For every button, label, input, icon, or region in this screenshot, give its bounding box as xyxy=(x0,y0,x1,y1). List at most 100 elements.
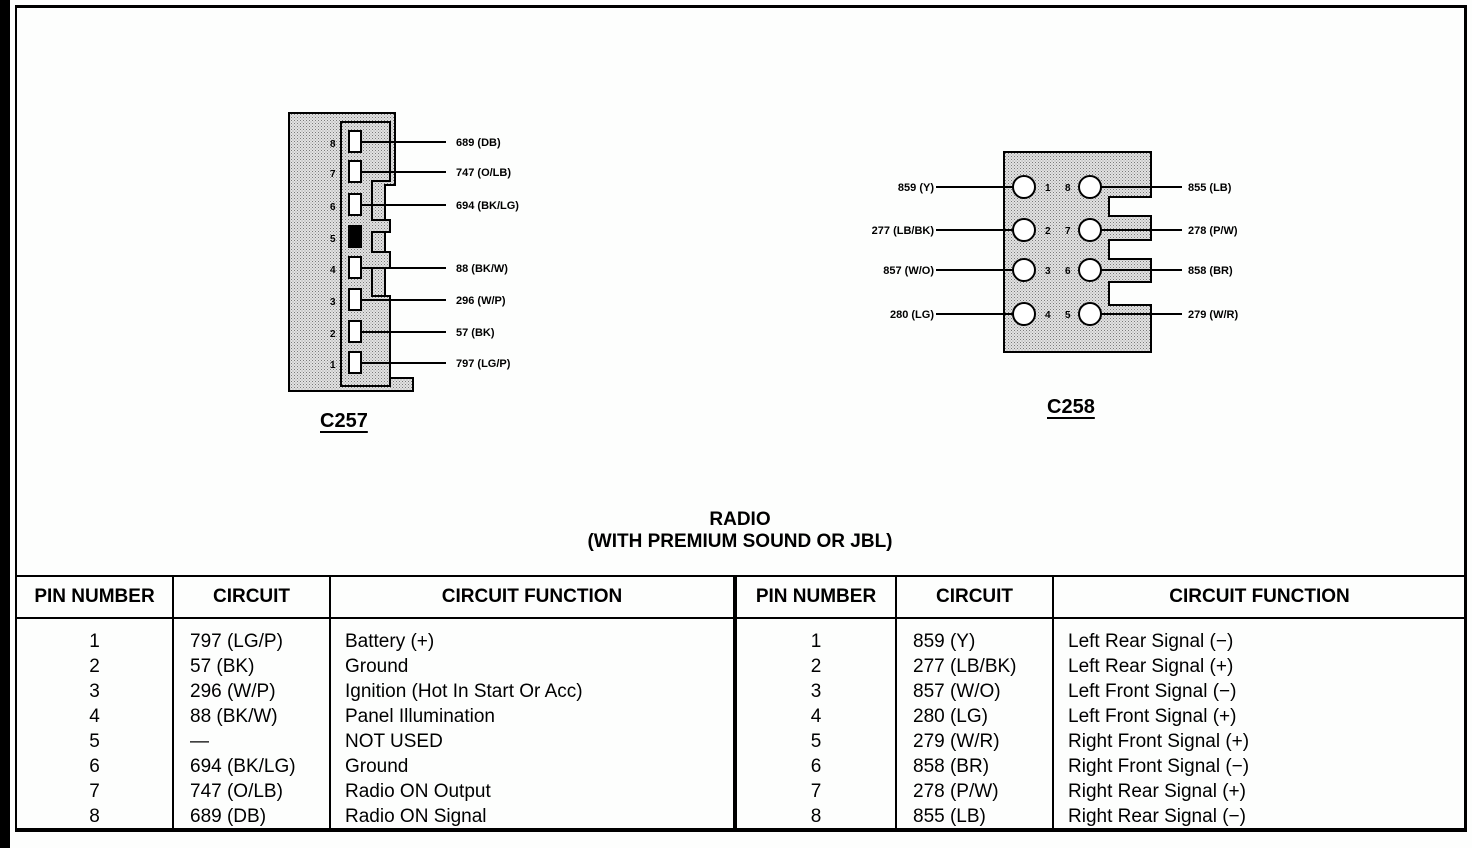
pin-number-column: 1 2 3 4 5 6 7 8 xyxy=(15,618,174,832)
table-cell-pin: 6 xyxy=(89,756,100,777)
wire-label: 57 (BK) xyxy=(456,327,495,339)
cavity-number: 2 xyxy=(330,329,336,340)
table-body: 1 2 3 4 5 6 7 8 859 (Y) 277 (LB/BK) 857 (W/O) 280 … xyxy=(735,618,1467,832)
table-cell-pin: 8 xyxy=(810,806,822,827)
table-cell-function: Ground xyxy=(345,656,409,677)
wire-label: 747 (O/LB) xyxy=(456,167,511,179)
table-cell-function: Left Front Signal (+) xyxy=(1068,706,1237,727)
pin-socket xyxy=(1078,302,1102,326)
wire-label: 279 (W/R) xyxy=(1188,309,1238,321)
pin-number: 6 xyxy=(1065,266,1071,277)
pin-socket xyxy=(1078,218,1102,242)
table-cell-function: Battery (+) xyxy=(345,631,435,652)
pin-socket xyxy=(1012,258,1036,282)
cavity-terminal xyxy=(348,320,362,343)
c258-pin-3: 857 (W/O) 3 xyxy=(883,258,1051,282)
circuit-function-column: Battery (+) Ground Ignition (Hot In Start … xyxy=(329,618,735,832)
pin-number-column: 1 2 3 4 5 6 7 8 xyxy=(735,618,897,832)
table-cell-circuit: 857 (W/O) xyxy=(913,681,1001,702)
table-body: 1 2 3 4 5 6 7 8 797 (LG/P) 57 (BK) 296 (W/P) 88 (B… xyxy=(15,618,735,832)
c257-cavity-4: 4 88 (BK/W) xyxy=(330,256,508,279)
c258-pin-2: 277 (LB/BK) 2 xyxy=(872,218,1051,242)
header-pin-number: PIN NUMBER xyxy=(15,575,174,619)
wire-label: 857 (W/O) xyxy=(883,265,934,277)
cavity-terminal xyxy=(348,288,362,311)
table-cell-pin: 6 xyxy=(810,756,822,777)
table-cell-pin: 2 xyxy=(810,656,822,677)
c258-pin-1: 859 (Y) 1 xyxy=(898,175,1051,199)
table-cell-pin: 1 xyxy=(89,631,100,652)
header-circuit: CIRCUIT xyxy=(172,575,331,619)
pin-number: 4 xyxy=(1045,310,1051,321)
table-cell-function: Right Rear Signal (+) xyxy=(1068,781,1246,802)
wire-label: 797 (LG/P) xyxy=(456,358,511,370)
table-header-row: PIN NUMBER CIRCUIT CIRCUIT FUNCTION xyxy=(15,575,735,619)
table-cell-circuit: 689 (DB) xyxy=(190,806,267,827)
table-cell-circuit: 859 (Y) xyxy=(913,631,976,652)
c257-cavity-1: 1 797 (LG/P) xyxy=(330,351,511,374)
header-pin-number: PIN NUMBER xyxy=(735,575,897,619)
c257-label: C257 xyxy=(320,410,368,432)
pin-socket xyxy=(1012,175,1036,199)
pin-number: 1 xyxy=(1045,183,1051,194)
pin-number: 5 xyxy=(1065,310,1071,321)
cavity-number: 1 xyxy=(330,360,336,371)
cavity-number: 3 xyxy=(330,297,336,308)
table-cell-function: Ignition (Hot In Start Or Acc) xyxy=(345,681,583,702)
wire-label: 280 (LG) xyxy=(890,309,934,321)
pin-socket xyxy=(1078,175,1102,199)
pin-number: 8 xyxy=(1065,183,1071,194)
table-cell-function: Left Rear Signal (−) xyxy=(1068,631,1234,652)
title-line-1: RADIO xyxy=(709,509,771,530)
wire-label: 277 (LB/BK) xyxy=(872,225,935,237)
cavity-number: 7 xyxy=(330,169,336,180)
title-line-2: (WITH PREMIUM SOUND OR JBL) xyxy=(587,531,893,552)
pin-socket xyxy=(1012,218,1036,242)
table-cell-function: Right Rear Signal (−) xyxy=(1068,806,1246,827)
pin-socket xyxy=(1078,258,1102,282)
table-cell-circuit: 88 (BK/W) xyxy=(190,706,278,727)
table-cell-function: Right Front Signal (+) xyxy=(1068,731,1250,752)
table-cell-circuit: 694 (BK/LG) xyxy=(190,756,296,777)
table-cell-pin: 4 xyxy=(89,706,100,727)
c258-label: C258 xyxy=(1047,396,1095,418)
table-cell-circuit: 57 (BK) xyxy=(190,656,255,677)
c258-pin-4: 280 (LG) 4 xyxy=(890,302,1051,326)
cavity-number: 5 xyxy=(330,234,336,245)
c258-connector: 859 (Y) 1 277 (LB/BK) 2 857 (W/O) 3 280 (LG) 4 8… xyxy=(872,151,1238,353)
wire-label: 88 (BK/W) xyxy=(456,263,508,275)
wire-label: 859 (Y) xyxy=(898,182,934,194)
table-cell-pin: 3 xyxy=(89,681,100,702)
circuit-function-column: Left Rear Signal (−) Left Rear Signal (+)… xyxy=(1052,618,1467,832)
table-cell-circuit: — xyxy=(190,731,209,752)
table-cell-function: NOT USED xyxy=(345,731,443,752)
table-header-row: PIN NUMBER CIRCUIT CIRCUIT FUNCTION xyxy=(735,575,1467,619)
table-cell-pin: 7 xyxy=(89,781,100,802)
table-cell-function: Radio ON Output xyxy=(345,781,491,802)
wire-label: 855 (LB) xyxy=(1188,182,1232,194)
c258-pin-table: PIN NUMBER CIRCUIT CIRCUIT FUNCTION 1 2 3 4… xyxy=(735,575,1467,832)
wire-label: 694 (BK/LG) xyxy=(456,200,519,212)
table-cell-pin: 4 xyxy=(810,706,822,727)
table-cell-circuit: 277 (LB/BK) xyxy=(913,656,1017,677)
pin-number: 3 xyxy=(1045,266,1051,277)
cavity-terminal xyxy=(348,193,362,216)
c257-cavity-3: 3 296 (W/P) xyxy=(330,288,506,311)
circuit-column: 859 (Y) 277 (LB/BK) 857 (W/O) 280 (LG) 279 (… xyxy=(895,618,1054,832)
cavity-terminal xyxy=(348,130,362,153)
table-cell-pin: 5 xyxy=(810,731,822,752)
c257-cavity-8: 8 689 (DB) xyxy=(330,130,501,153)
table-cell-function: Left Front Signal (−) xyxy=(1068,681,1237,702)
wire-label: 278 (P/W) xyxy=(1188,225,1238,237)
pin-socket xyxy=(1012,302,1036,326)
table-cell-circuit: 296 (W/P) xyxy=(190,681,276,702)
table-cell-pin: 7 xyxy=(810,781,822,802)
header-circuit-function: CIRCUIT FUNCTION xyxy=(1052,575,1467,619)
cavity-number: 6 xyxy=(330,202,336,213)
circuit-column: 797 (LG/P) 57 (BK) 296 (W/P) 88 (BK/W) — 694 … xyxy=(172,618,331,832)
c257-cavity-6: 6 694 (BK/LG) xyxy=(330,193,519,216)
table-cell-pin: 1 xyxy=(810,631,822,652)
diagram-title: RADIO (WITH PREMIUM SOUND OR JBL) xyxy=(540,509,940,553)
wire-label: 858 (BR) xyxy=(1188,265,1233,277)
header-circuit-function: CIRCUIT FUNCTION xyxy=(329,575,735,619)
